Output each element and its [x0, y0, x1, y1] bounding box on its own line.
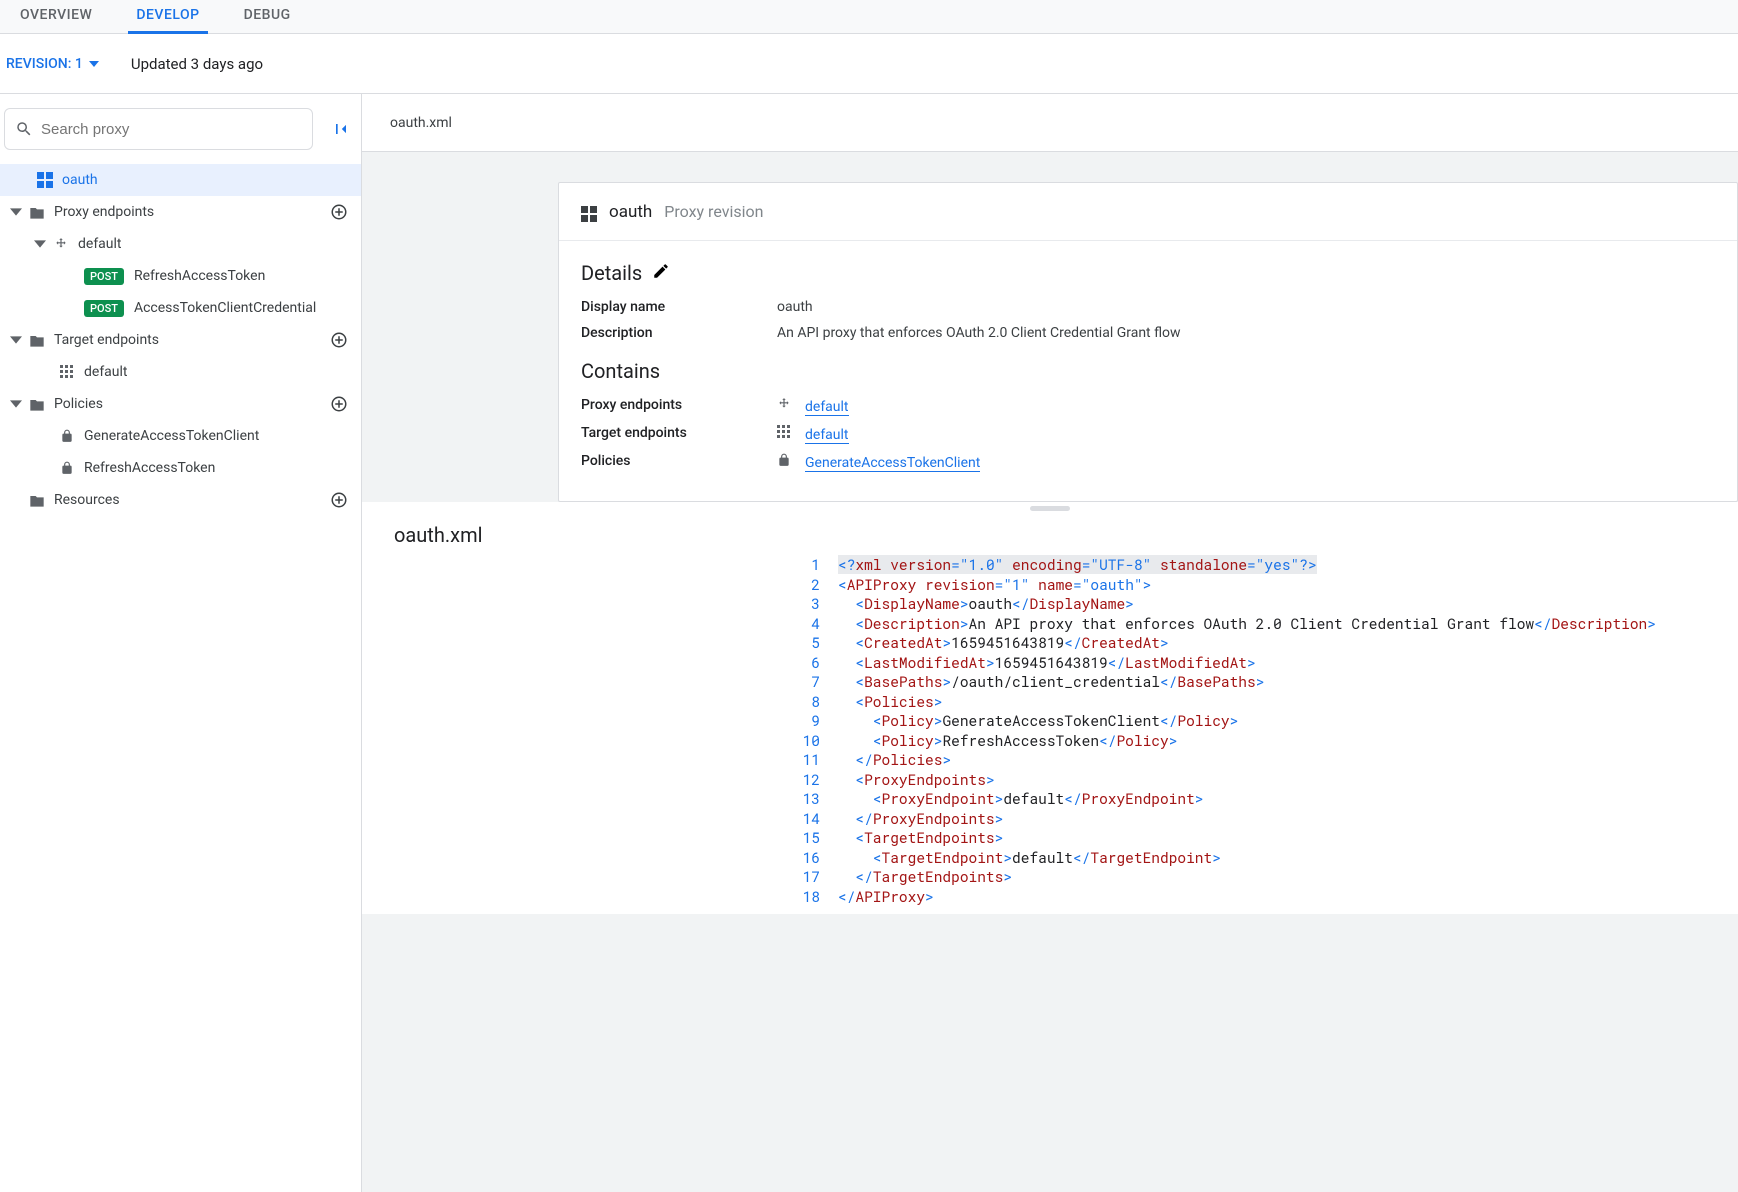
main-tabs: OVERVIEW DEVELOP DEBUG	[0, 0, 1738, 34]
grid-icon	[777, 425, 805, 439]
flow-accesstoken-label: AccessTokenClientCredential	[134, 300, 316, 316]
policy-genclient-label: GenerateAccessTokenClient	[84, 428, 259, 444]
four-squares-icon	[36, 172, 54, 188]
pencil-icon	[652, 262, 670, 280]
card-name: oauth	[609, 202, 652, 222]
chevron-down-icon	[89, 61, 99, 67]
card-subtitle: Proxy revision	[664, 202, 763, 221]
lock-icon	[58, 461, 76, 475]
contains-title: Contains	[581, 359, 1715, 383]
tree-flow-refresh[interactable]: POST RefreshAccessToken	[0, 260, 361, 292]
four-squares-icon	[581, 201, 597, 222]
details-title-text: Details	[581, 261, 642, 285]
grid-icon	[58, 365, 76, 379]
tree-proxy-default[interactable]: default	[0, 228, 361, 260]
revision-dropdown[interactable]: REVISION: 1	[6, 56, 99, 72]
policies-link-label: Policies	[581, 453, 777, 471]
add-proxy-endpoint-button[interactable]	[329, 202, 349, 222]
display-name-value: oauth	[777, 299, 813, 315]
details-card: oauth Proxy revision Details Display nam…	[558, 182, 1738, 502]
plus-circle-icon	[330, 331, 348, 349]
edit-details-button[interactable]	[652, 261, 670, 285]
tree-policy-genclient[interactable]: GenerateAccessTokenClient	[0, 420, 361, 452]
chevron-down-icon[interactable]	[28, 238, 52, 250]
tree-policy-refresh[interactable]: RefreshAccessToken	[0, 452, 361, 484]
tree-resources[interactable]: Resources	[0, 484, 361, 516]
add-resource-button[interactable]	[329, 490, 349, 510]
tree-root-label: oauth	[62, 172, 98, 188]
plus-circle-icon	[330, 203, 348, 221]
search-icon	[15, 120, 33, 138]
tab-debug[interactable]: DEBUG	[236, 0, 299, 34]
folder-icon	[28, 333, 46, 347]
collapse-sidebar-button[interactable]	[331, 119, 351, 139]
tree-root-oauth[interactable]: oauth	[0, 164, 361, 196]
proxy-ep-label: Proxy endpoints	[581, 397, 777, 415]
search-proxy-box[interactable]	[4, 108, 313, 150]
code-editor[interactable]: 123456789101112131415161718 <?xml versio…	[362, 555, 1738, 914]
tree-target-endpoints[interactable]: Target endpoints	[0, 324, 361, 356]
target-default-label: default	[84, 364, 128, 380]
line-gutter: 123456789101112131415161718	[362, 555, 838, 906]
plus-circle-icon	[330, 491, 348, 509]
lock-icon	[58, 429, 76, 443]
details-title: Details	[581, 261, 1715, 285]
chevron-down-icon[interactable]	[4, 206, 28, 218]
folder-icon	[28, 205, 46, 219]
proxy-endpoints-label: Proxy endpoints	[54, 204, 154, 220]
file-path-bar: oauth.xml	[362, 94, 1738, 152]
move-icon	[52, 237, 70, 251]
description-label: Description	[581, 325, 777, 341]
method-badge: POST	[84, 268, 124, 285]
target-ep-link[interactable]: default	[805, 427, 849, 444]
proxy-default-label: default	[78, 236, 122, 252]
target-endpoints-label: Target endpoints	[54, 332, 159, 348]
tab-overview[interactable]: OVERVIEW	[12, 0, 100, 34]
tree-target-default[interactable]: default	[0, 356, 361, 388]
add-policy-button[interactable]	[329, 394, 349, 414]
editor-section: oauth.xml 123456789101112131415161718 <?…	[362, 502, 1738, 914]
policies-label: Policies	[54, 396, 103, 412]
updated-label: Updated 3 days ago	[131, 55, 263, 73]
move-icon	[777, 397, 805, 411]
editor-file-title: oauth.xml	[362, 515, 1738, 555]
tree-flow-accesstoken[interactable]: POST AccessTokenClientCredential	[0, 292, 361, 324]
tree-policies[interactable]: Policies	[0, 388, 361, 420]
flow-refresh-label: RefreshAccessToken	[134, 268, 265, 284]
search-input[interactable]	[41, 121, 302, 138]
folder-icon	[28, 397, 46, 411]
proxy-ep-link[interactable]: default	[805, 399, 849, 416]
description-value: An API proxy that enforces OAuth 2.0 Cli…	[777, 325, 1181, 341]
method-badge: POST	[84, 300, 124, 317]
contains-title-text: Contains	[581, 359, 660, 383]
folder-icon	[28, 493, 46, 507]
proxy-tree: oauth Proxy endpoints default POST Refre…	[0, 164, 361, 526]
chevron-down-icon[interactable]	[4, 334, 28, 346]
sidebar: oauth Proxy endpoints default POST Refre…	[0, 94, 362, 1192]
revision-label: REVISION: 1	[6, 56, 83, 72]
target-ep-label: Target endpoints	[581, 425, 777, 443]
add-target-endpoint-button[interactable]	[329, 330, 349, 350]
lock-icon	[777, 453, 805, 467]
resources-label: Resources	[54, 492, 120, 508]
chevron-down-icon[interactable]	[4, 398, 28, 410]
tab-develop[interactable]: DEVELOP	[128, 0, 207, 34]
policies-link[interactable]: GenerateAccessTokenClient	[805, 455, 980, 472]
plus-circle-icon	[330, 395, 348, 413]
display-name-label: Display name	[581, 299, 777, 315]
code-lines[interactable]: <?xml version="1.0" encoding="UTF-8" sta…	[838, 555, 1656, 906]
revision-bar: REVISION: 1 Updated 3 days ago	[0, 34, 1738, 94]
drag-handle[interactable]	[1030, 506, 1070, 511]
file-path-text: oauth.xml	[390, 115, 452, 131]
collapse-left-icon	[331, 119, 351, 139]
policy-refresh-label: RefreshAccessToken	[84, 460, 215, 476]
tree-proxy-endpoints[interactable]: Proxy endpoints	[0, 196, 361, 228]
